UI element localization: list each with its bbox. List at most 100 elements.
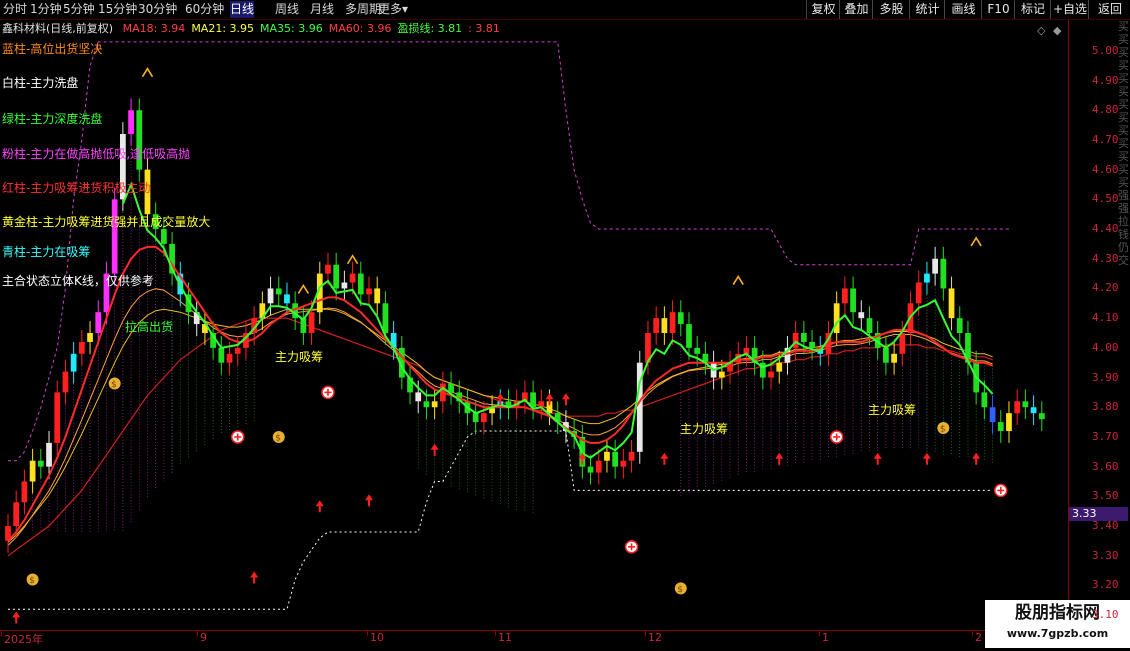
- candle-body: [956, 318, 963, 333]
- y-tick-label: 3.70: [1092, 429, 1119, 443]
- x-tick-mark: [1, 630, 2, 636]
- top-signal-icon: [141, 67, 154, 78]
- candle-body: [661, 318, 668, 333]
- toolbar-button[interactable]: 返回: [1088, 0, 1130, 19]
- candle-body: [366, 288, 372, 295]
- x-tick-label: 9: [200, 631, 207, 644]
- buy-arrow-icon: [972, 452, 981, 465]
- candle-body: [431, 401, 438, 408]
- candle-body: [29, 460, 36, 482]
- candle-body: [809, 341, 815, 348]
- candle-body: [54, 392, 61, 443]
- ma-value: 盈损线: 3.81: [397, 22, 463, 35]
- period-tab[interactable]: 15分钟: [98, 1, 137, 18]
- y-tick-label: 3.50: [1092, 489, 1119, 503]
- period-tab[interactable]: 更多▾: [378, 1, 408, 18]
- kline-chart[interactable]: $$$$$拉高出货主力吸筹主力吸筹主力吸筹: [0, 36, 1068, 630]
- candle-body: [891, 353, 897, 363]
- top-signal-icon: [970, 236, 982, 247]
- candle-body: [374, 288, 381, 304]
- toolbar-button[interactable]: 画线: [944, 0, 982, 19]
- x-tick-label: 2025年: [4, 633, 43, 646]
- ma-value: : 3.81: [468, 22, 500, 35]
- toolbar-button[interactable]: 复权: [806, 0, 840, 19]
- top-signal-icon: [297, 283, 310, 294]
- candle-body: [694, 347, 701, 354]
- toolbar-button[interactable]: F10: [981, 0, 1015, 19]
- candle-body: [800, 333, 807, 342]
- candle-body: [899, 333, 906, 354]
- candle-body: [481, 413, 487, 423]
- y-tick-label: 4.60: [1092, 162, 1119, 176]
- candle-body: [883, 347, 889, 363]
- candle-body: [95, 312, 102, 333]
- y-tick-label: 3.60: [1092, 459, 1119, 473]
- y-tick-label: 3.90: [1092, 370, 1119, 384]
- date-axis: [0, 630, 1068, 651]
- candle-body: [1030, 407, 1037, 414]
- candle-body: [677, 312, 684, 325]
- ma-value: MA35: 3.96: [260, 22, 323, 35]
- candle-body: [842, 288, 848, 304]
- toolbar-button[interactable]: 叠加: [839, 0, 873, 19]
- candle-body: [792, 333, 799, 348]
- candle-body: [628, 451, 635, 461]
- buy-arrow-icon: [922, 452, 931, 465]
- toolbar-button[interactable]: 多股: [872, 0, 910, 19]
- candle-body: [587, 466, 594, 473]
- y-tick-label: 3.20: [1092, 578, 1119, 592]
- candle-body: [669, 312, 676, 333]
- buy-arrow-icon: [873, 452, 882, 465]
- period-tab[interactable]: 5分钟: [63, 1, 95, 18]
- y-tick-label: 4.40: [1092, 222, 1119, 236]
- candle-body: [932, 258, 939, 274]
- legend-item: 红柱-主力吸筹进货积极主动: [2, 181, 151, 195]
- annotation-label: 拉高出货: [125, 319, 173, 334]
- toolbar-button[interactable]: +自选: [1050, 0, 1089, 19]
- money-bag-symbol: $: [677, 585, 683, 595]
- candle-body: [1038, 413, 1045, 420]
- toolbar-button[interactable]: 统计: [909, 0, 945, 19]
- period-tab[interactable]: 多周期: [345, 1, 381, 18]
- buy-arrow-icon: [365, 494, 374, 507]
- candle-body: [275, 288, 282, 295]
- y-tick-label: 4.20: [1092, 281, 1119, 295]
- x-tick-label: 11: [498, 631, 512, 644]
- period-tab[interactable]: 60分钟: [185, 1, 224, 18]
- candle-body: [448, 383, 454, 393]
- legend-item: 粉柱-主力在做高抛低吸,逢低吸高抛: [2, 147, 191, 161]
- annotation-label: 主力吸筹: [275, 350, 323, 364]
- money-bag-symbol: $: [275, 433, 281, 443]
- period-tab[interactable]: 月线: [310, 1, 334, 18]
- y-tick-label: 3.40: [1092, 519, 1119, 533]
- candle-body: [284, 294, 290, 304]
- candle-body: [111, 199, 118, 274]
- candle-body: [13, 502, 20, 527]
- y-tick-label: 3.10: [1092, 608, 1119, 622]
- x-tick-mark: [819, 630, 820, 636]
- period-tab[interactable]: 分时: [3, 1, 27, 18]
- candle-body: [161, 229, 167, 244]
- candle-body: [357, 273, 364, 295]
- candle-body: [341, 282, 348, 289]
- y-tick-label: 4.70: [1092, 132, 1119, 146]
- x-tick-mark: [197, 630, 198, 636]
- period-tab[interactable]: 30分钟: [138, 1, 177, 18]
- period-tab[interactable]: 1分钟: [30, 1, 62, 18]
- toolbar-button[interactable]: 标记: [1014, 0, 1051, 19]
- annotation-label: 主力吸筹: [680, 422, 728, 436]
- candle-body: [858, 312, 865, 319]
- y-tick-label: 3.30: [1092, 548, 1119, 562]
- y-tick-label: 4.90: [1092, 73, 1119, 87]
- legend-item: 主合状态立体K线，仅供参考: [2, 274, 154, 288]
- candle-body: [604, 451, 610, 461]
- candle-body: [267, 288, 274, 304]
- candle-body: [382, 303, 389, 333]
- period-tab[interactable]: 日线: [230, 1, 255, 18]
- buy-arrow-icon: [250, 571, 259, 584]
- y-tick-label: 5.00: [1092, 43, 1119, 57]
- period-tab[interactable]: 周线: [275, 1, 299, 18]
- candle-body: [21, 481, 28, 503]
- candle-body: [924, 273, 930, 283]
- ma-value: MA21: 3.95: [191, 22, 255, 35]
